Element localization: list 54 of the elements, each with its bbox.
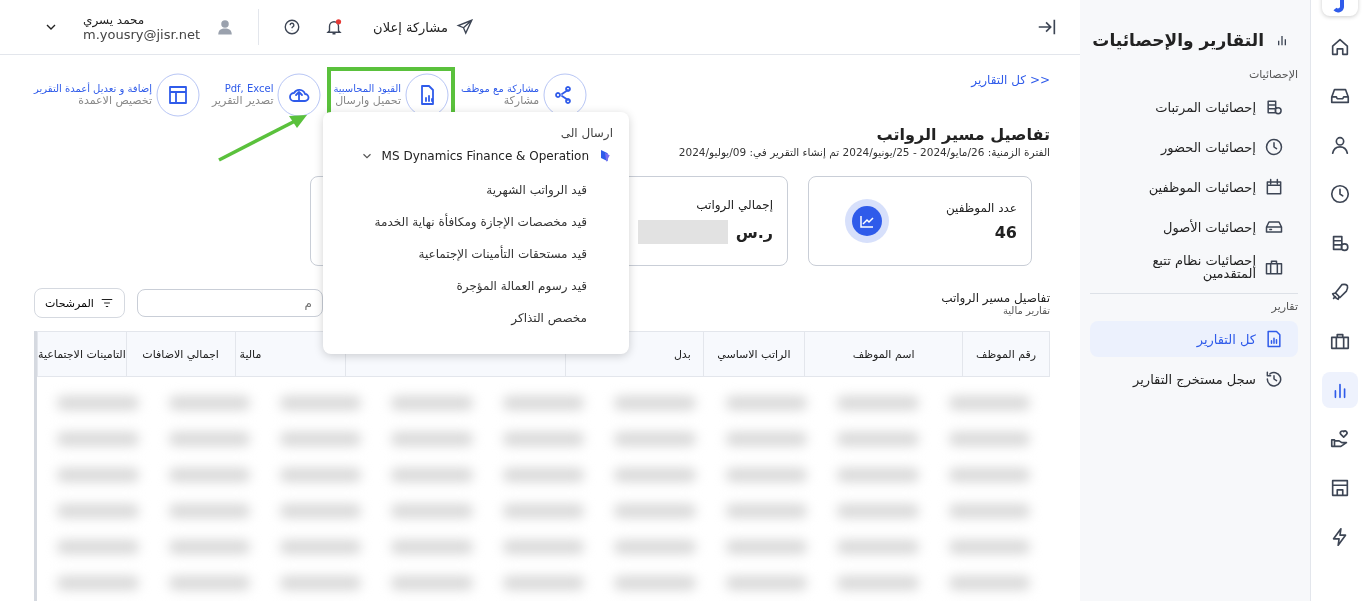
action-title: Pdf, Excel [223, 83, 274, 94]
chart-icon[interactable] [1321, 372, 1358, 408]
action-item[interactable]: إضافة و تعديل أعمدة التقرير تخصيص الاعمدة [28, 67, 206, 123]
menu-group[interactable]: MS Dynamics Finance & Operation [337, 148, 613, 164]
table-title: تفاصيل مسير الرواتب [941, 290, 1050, 305]
trend-chart-icon [845, 199, 889, 243]
columns-icon [155, 73, 200, 117]
sidebar-item[interactable]: إحصائيات نظام تتبع المتقدمين [1090, 249, 1298, 285]
column-header: الراتب الاساسي [702, 332, 805, 376]
filter-icon [99, 296, 114, 310]
menu-item[interactable]: قيد رسوم العمالة المؤجرة [337, 270, 613, 302]
column-header: اسم الموظف [804, 332, 963, 376]
report-period: الفترة الزمنية: 26/مايو/2024 - 25/يونيو/2024 تم إنشاء التقرير في: 09/يوليو/2024 [678, 146, 1050, 158]
history-icon [1264, 369, 1284, 389]
sidebar-item[interactable]: إحصائيات الحضور [1090, 129, 1298, 165]
back-link[interactable]: << كل التقارير [971, 73, 1050, 87]
sidebar-item[interactable]: إحصائيات الموظفين [1090, 169, 1298, 205]
sidebar-item[interactable]: إحصائيات الأصول [1090, 209, 1298, 245]
clock-icon [1264, 137, 1284, 157]
column-header: رقم الموظف [962, 332, 1049, 376]
report-icon [1264, 329, 1284, 349]
sidebar-item[interactable]: إحصائيات المرتبات [1090, 89, 1298, 125]
bell-icon[interactable] [325, 18, 344, 36]
user-email: m.yousry@jisr.net [83, 26, 201, 42]
sidebar-item[interactable]: سجل مستخرج التقارير [1090, 361, 1298, 397]
coins-icon [1264, 97, 1284, 117]
table-subtitle: تقارير مالية [1002, 304, 1050, 316]
action-label: تصدير التقرير [211, 94, 274, 107]
menu-heading: ارسال الى [559, 126, 613, 140]
sidebar-item[interactable]: كل التقارير [1090, 321, 1298, 357]
announce-button[interactable]: مشاركة إعلان [367, 17, 480, 37]
help-icon[interactable] [283, 18, 302, 36]
export-icon [277, 73, 322, 117]
action-label: تحميل وارسال [334, 94, 402, 107]
menu-item[interactable]: مخصص التذاكر [337, 302, 613, 334]
avatar-icon [216, 18, 235, 36]
column-header: التامينات الاجتماعية [38, 346, 126, 363]
send-icon [455, 18, 474, 36]
user-name: محمد يسري [83, 12, 145, 27]
action-item[interactable]: مشاركة مع موظف مشاركة [455, 67, 594, 123]
action-label: مشاركة [503, 94, 540, 107]
search-field[interactable]: م [136, 289, 323, 317]
briefcase-icon [1264, 257, 1284, 277]
section-label: تقارير [1270, 300, 1298, 313]
sidebar-title: التقارير والإحصائيات [1092, 30, 1264, 50]
page-title: تفاصيل مسير الرواتب [876, 125, 1050, 144]
calendar-icon [1264, 177, 1284, 197]
action-title: إضافة و تعديل أعمدة التقرير [34, 83, 152, 94]
column-header: اجمالي الاضافات [125, 332, 235, 376]
section-label: الإحصائيات [1247, 68, 1298, 81]
filter-button[interactable]: المرشحات [34, 288, 125, 318]
action-title: مشاركة مع موظف [461, 83, 540, 94]
action-label: تخصيص الاعمدة [77, 94, 152, 107]
action-title: القيود المحاسبية [333, 83, 402, 94]
